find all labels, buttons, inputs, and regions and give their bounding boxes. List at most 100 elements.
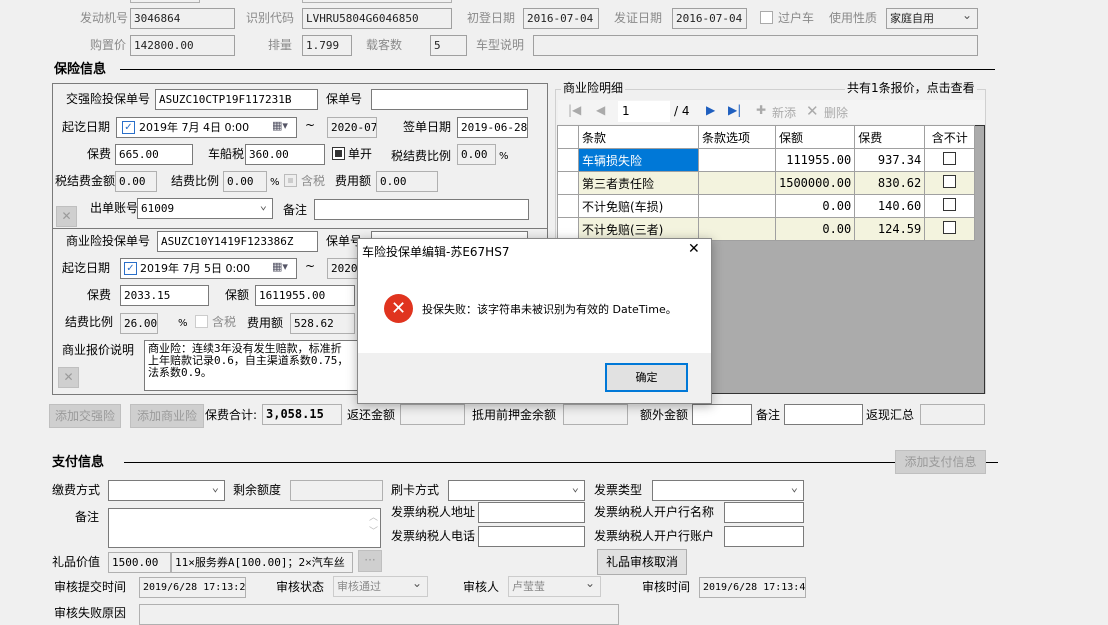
option-cell[interactable] <box>698 148 776 172</box>
gift-more-button[interactable]: ··· <box>358 550 382 572</box>
gift-desc-field[interactable]: 11×服务券A[100.00]；2×汽车丝 <box>171 552 353 573</box>
column-header[interactable]: 条款选项 <box>698 125 776 149</box>
scrollbar[interactable]: ︿ ﹀ <box>369 511 378 539</box>
delete-row-button[interactable]: 删除 <box>824 104 848 121</box>
premium-cell[interactable]: 937.34 <box>854 148 926 172</box>
seats-field[interactable]: 5 <box>430 35 467 56</box>
add-compulsory-button[interactable]: 添加交强险 <box>49 404 121 428</box>
compulsory-start-datepicker[interactable]: 2019年 7月 4日 0:00 <box>116 117 297 138</box>
calendar-icon[interactable]: ▦▾ <box>272 260 288 273</box>
exclude-checkbox[interactable] <box>943 152 957 165</box>
commercial-start-datepicker[interactable]: 2019年 7月 5日 0:00 <box>120 258 297 279</box>
vin-field[interactable]: LVHRU5804G6046850 <box>302 8 452 29</box>
status-select[interactable]: 审核通过 <box>333 576 428 597</box>
first-reg-field[interactable]: 2016-07-04 <box>523 8 599 29</box>
engine-no-field[interactable]: 3046864 <box>130 8 235 29</box>
payment-remark-textarea[interactable]: ︿ ﹀ <box>108 508 381 548</box>
compulsory-premium-field[interactable]: 665.00 <box>115 144 193 165</box>
quote-hint-link[interactable]: 共有1条报价，点击查看 <box>845 78 977 98</box>
premium-cell[interactable]: 124.59 <box>854 217 926 241</box>
submit-time-field[interactable]: 2019/6/28 17:13:2 <box>139 577 246 598</box>
vessel-tax-field[interactable]: 360.00 <box>245 144 325 165</box>
page-input[interactable]: 1 <box>618 101 670 122</box>
add-payment-button[interactable]: 添加支付信息 <box>895 450 986 474</box>
last-page-icon[interactable]: ▶| <box>728 103 741 117</box>
amount-cell[interactable]: 0.00 <box>774 194 856 218</box>
fee-amount-field[interactable]: 0.00 <box>376 171 438 192</box>
clause-cell[interactable]: 第三者责任险 <box>578 171 699 195</box>
compulsory-app-no-field[interactable]: ASUZC10CTP19F117231B <box>155 89 318 110</box>
cert-date-field[interactable]: 2016-07-04 <box>672 8 747 29</box>
tax-ratio-field[interactable]: 0.00 <box>457 144 496 165</box>
model-desc-field[interactable] <box>533 35 978 56</box>
deposit-field[interactable] <box>563 404 628 425</box>
taxpayer-phone-field[interactable] <box>478 526 585 547</box>
column-header[interactable]: 保额 <box>774 125 856 149</box>
commercial-fee-ratio-field[interactable]: 26.00 <box>120 313 158 334</box>
footer-remark-field[interactable] <box>784 404 863 425</box>
remove-commercial-button[interactable]: ✕ <box>58 367 79 388</box>
partial-field[interactable] <box>302 0 452 3</box>
close-button[interactable]: ✕ <box>688 241 700 257</box>
table-row[interactable]: 车辆损失险 111955.00 937.34 <box>557 148 976 172</box>
exclude-checkbox[interactable] <box>943 198 957 211</box>
tax-amount-field[interactable]: 0.00 <box>115 171 157 192</box>
remove-compulsory-button[interactable]: ✕ <box>56 206 77 227</box>
extra-field[interactable] <box>692 404 752 425</box>
cashback-field[interactable] <box>920 404 985 425</box>
amount-cell[interactable]: 0.00 <box>774 217 856 241</box>
clause-cell[interactable]: 不计免赔(车损) <box>578 194 699 218</box>
balance-field[interactable] <box>290 480 383 501</box>
option-cell[interactable] <box>698 194 776 218</box>
commercial-start-checkbox[interactable]: ✓ <box>124 262 137 275</box>
refund-field[interactable] <box>400 404 465 425</box>
fail-reason-field[interactable] <box>139 604 619 625</box>
add-commercial-button[interactable]: 添加商业险 <box>130 404 204 428</box>
taxpayer-account-field[interactable] <box>724 526 804 547</box>
fee-ratio-field[interactable]: 0.00 <box>223 171 267 192</box>
coverage-field[interactable]: 1611955.00 <box>255 285 355 306</box>
quote-desc-textarea[interactable]: 商业险：连续3年没有发生赔款，标准折 上年赔款记录0.6，自主渠道系数0.75，… <box>144 340 364 391</box>
sign-date-field[interactable]: 2019-06-28 <box>457 117 528 138</box>
payment-method-select[interactable] <box>108 480 225 501</box>
reviewer-select[interactable]: 卢莹莹 <box>508 576 601 597</box>
commercial-fee-amount-field[interactable]: 528.62 <box>290 313 355 334</box>
compulsory-start-checkbox[interactable]: ✓ <box>122 121 135 134</box>
clause-cell[interactable]: 车辆损失险 <box>578 148 699 172</box>
partial-field[interactable] <box>130 0 200 3</box>
separate-checkbox[interactable] <box>332 147 345 160</box>
usage-select[interactable]: 家庭自用 <box>886 8 978 29</box>
amount-cell[interactable]: 1500000.00 <box>774 171 856 195</box>
transfer-checkbox[interactable] <box>760 11 773 24</box>
option-cell[interactable] <box>698 171 776 195</box>
total-field[interactable]: 3,058.15 <box>262 404 342 425</box>
price-field[interactable]: 142800.00 <box>130 35 235 56</box>
tax-incl-checkbox[interactable] <box>284 174 297 187</box>
column-header[interactable]: 保费 <box>854 125 926 149</box>
calendar-icon[interactable]: ▦▾ <box>272 119 288 132</box>
taxpayer-bank-field[interactable] <box>724 502 804 523</box>
ok-button[interactable]: 确定 <box>605 363 688 392</box>
card-method-select[interactable] <box>448 480 585 501</box>
column-header[interactable]: 含不计 <box>924 125 976 149</box>
premium-cell[interactable]: 140.60 <box>854 194 926 218</box>
compulsory-policy-no-field[interactable] <box>371 89 528 110</box>
commercial-app-no-field[interactable]: ASUZC10Y1419F123386Z <box>157 231 318 252</box>
commercial-premium-field[interactable]: 2033.15 <box>120 285 209 306</box>
prev-page-icon[interactable]: ◀ <box>596 103 605 117</box>
commercial-tax-incl-checkbox[interactable] <box>195 315 208 328</box>
first-page-icon[interactable]: |◀ <box>568 103 581 117</box>
premium-cell[interactable]: 830.62 <box>854 171 926 195</box>
table-row[interactable]: 第三者责任险 1500000.00 830.62 <box>557 171 976 195</box>
displacement-field[interactable]: 1.799 <box>302 35 352 56</box>
taxpayer-addr-field[interactable] <box>478 502 585 523</box>
gift-cancel-button[interactable]: 礼品审核取消 <box>597 549 687 575</box>
compulsory-end-field[interactable]: 2020-07-03 <box>327 117 377 138</box>
amount-cell[interactable]: 111955.00 <box>774 148 856 172</box>
add-row-button[interactable]: 新添 <box>772 104 796 121</box>
column-header[interactable]: 条款 <box>578 125 699 149</box>
gift-value-field[interactable]: 1500.00 <box>108 552 171 573</box>
review-time-field[interactable]: 2019/6/28 17:13:4 <box>699 577 806 598</box>
remark-field[interactable] <box>314 199 529 220</box>
account-select[interactable]: 61009 <box>137 198 273 219</box>
